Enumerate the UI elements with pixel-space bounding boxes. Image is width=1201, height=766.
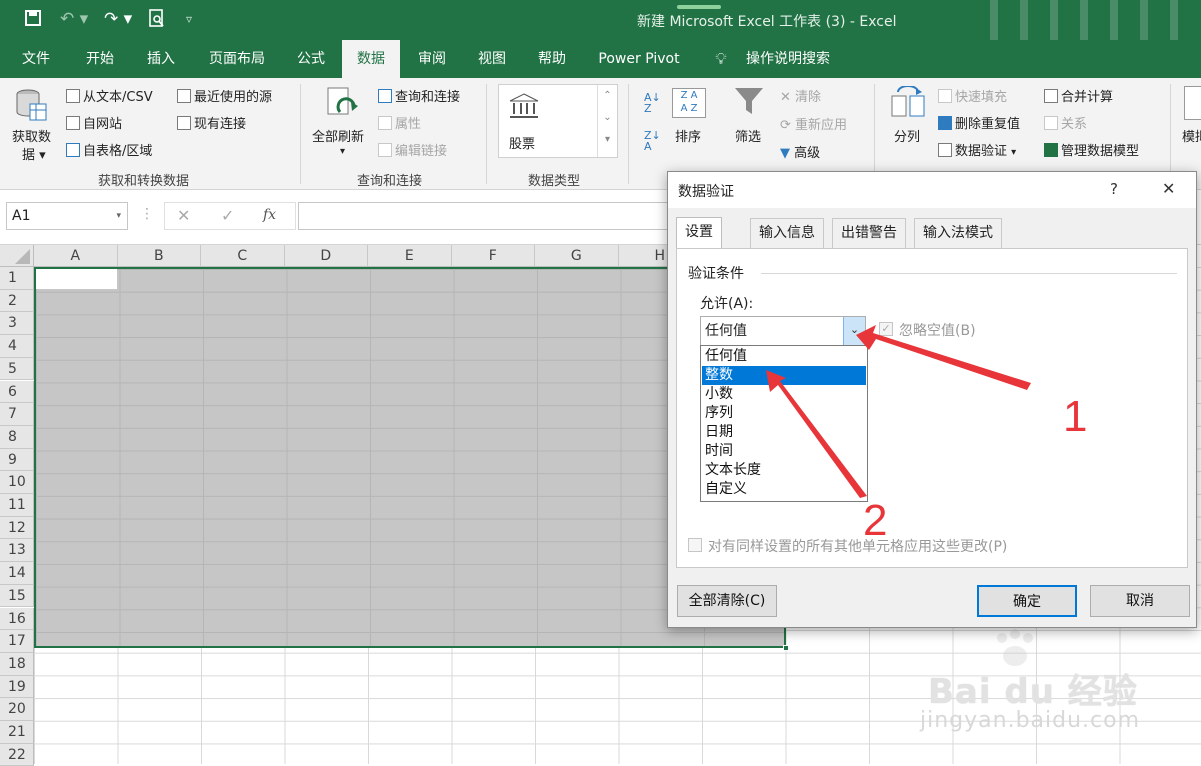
arrow-2 — [766, 370, 867, 498]
annotation-overlay — [766, 325, 1031, 498]
annotation-number-1: 1 — [1063, 392, 1088, 441]
annotation-number-2: 2 — [863, 496, 888, 545]
arrow-1 — [856, 325, 1031, 390]
